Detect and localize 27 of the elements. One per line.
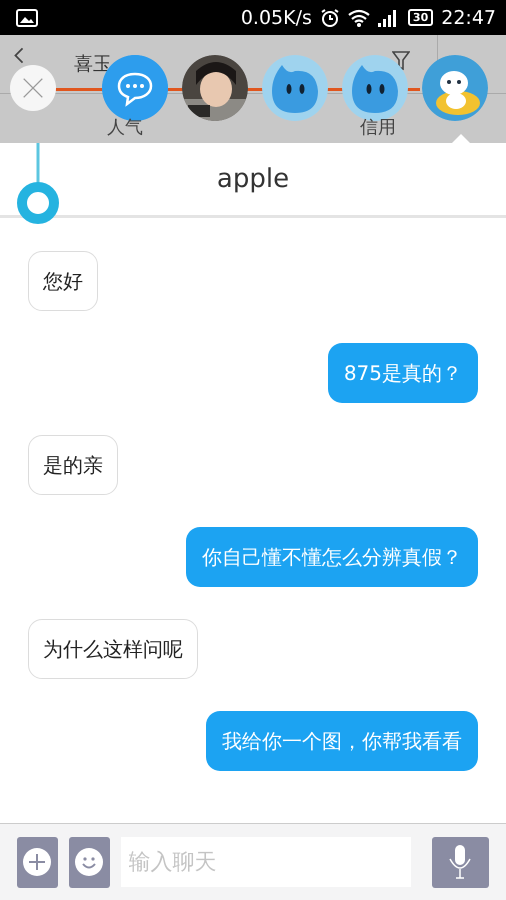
received-message: 为什么这样问呢 — [28, 619, 198, 679]
pointer-arrow-icon — [452, 134, 470, 143]
sent-message: 875是真的？ — [328, 343, 478, 403]
voice-button[interactable] — [432, 836, 489, 888]
wifi-icon — [348, 8, 370, 26]
alarm-icon — [320, 8, 340, 28]
close-icon — [22, 77, 44, 99]
chat-title: apple — [216, 164, 290, 194]
network-speed: 0.05K/s — [240, 6, 312, 28]
back-icon[interactable] — [14, 47, 24, 64]
credit-label: 信用 — [360, 116, 396, 139]
emoji-button[interactable] — [68, 836, 110, 888]
message-input[interactable]: 输入聊天 — [120, 837, 411, 887]
popularity-label: 人气 — [107, 116, 143, 139]
ring-pendant-icon[interactable] — [16, 143, 60, 225]
filter-icon[interactable] — [392, 51, 410, 71]
add-button[interactable] — [17, 836, 58, 888]
microphone-icon — [448, 845, 472, 879]
sent-message: 我给你一个图，你帮我看看 — [206, 711, 478, 771]
clock: 22:47 — [441, 6, 496, 28]
plus-icon — [23, 848, 52, 876]
battery-level: 30 — [408, 9, 434, 26]
image-icon — [16, 8, 38, 26]
smile-icon — [75, 848, 104, 876]
received-message: 您好 — [28, 251, 98, 311]
received-message: 是的亲 — [28, 435, 118, 495]
sent-message: 你自己懂不懂怎么分辨真假？ — [186, 527, 478, 587]
